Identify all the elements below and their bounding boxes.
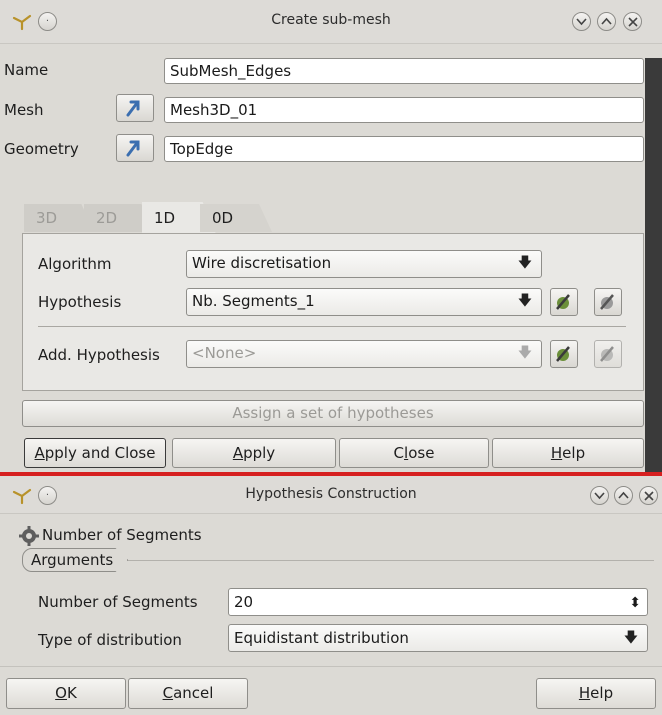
close-button[interactable]: Close	[339, 438, 489, 468]
hypothesis-new-icon	[600, 294, 614, 310]
hypothesis-gear-icon	[18, 525, 40, 547]
spin-arrows-icon[interactable]: ⬍	[629, 590, 641, 615]
ok-label: K	[66, 684, 77, 702]
hypothesis-value: Nb. Segments_1	[192, 292, 315, 310]
hypothesis-button-separator	[0, 666, 662, 667]
hypothesis-edit-icon	[556, 346, 570, 362]
help-button[interactable]: Help	[492, 438, 644, 468]
apply-label: pply	[243, 444, 276, 462]
hypothesis-heading: Number of Segments	[42, 526, 202, 544]
tab-3d[interactable]: 3D	[24, 204, 94, 232]
close-label-rest: ose	[408, 444, 435, 462]
chevron-up-icon[interactable]	[597, 12, 616, 31]
cancel-mnemonic: C	[162, 684, 174, 702]
submesh-titlebar: · Create sub-mesh	[0, 0, 662, 44]
hypothesis-select[interactable]: Nb. Segments_1 🡇	[186, 288, 542, 316]
close-icon[interactable]	[639, 486, 658, 505]
hypothesis-edit-icon	[556, 294, 570, 310]
assign-hypotheses-button[interactable]: Assign a set of hypotheses	[22, 400, 644, 427]
dropdown-arrow-icon: 🡇	[517, 293, 533, 309]
add-hypothesis-value: <None>	[192, 344, 257, 362]
mesh-label: Mesh	[4, 101, 44, 119]
name-label: Name	[4, 61, 49, 79]
submesh-title: Create sub-mesh	[271, 12, 391, 28]
add-hypothesis-edit-button[interactable]	[550, 340, 578, 368]
segments-value: 20	[234, 593, 254, 611]
arrow-select-icon	[126, 140, 140, 157]
distribution-select[interactable]: Equidistant distribution 🡇	[228, 624, 648, 652]
name-field[interactable]: SubMesh_Edges	[164, 58, 644, 84]
dropdown-arrow-icon: 🡇	[517, 345, 533, 361]
dropdown-arrow-icon: 🡇	[517, 255, 533, 271]
cancel-button[interactable]: Cancel	[128, 678, 248, 709]
apply-and-close-label: pply and Close	[44, 444, 156, 462]
hypothesis-edit-button[interactable]	[550, 288, 578, 316]
hypothesis-new-icon	[600, 346, 614, 362]
help-mnemonic: H	[550, 444, 563, 462]
help-label: elp	[562, 444, 586, 462]
geometry-field[interactable]: TopEdge	[164, 136, 644, 162]
distribution-label: Type of distribution	[38, 631, 182, 649]
distribution-value: Equidistant distribution	[234, 629, 409, 647]
add-hypothesis-label: Add. Hypothesis	[38, 346, 160, 364]
chevron-down-icon[interactable]	[572, 12, 591, 31]
algorithm-label: Algorithm	[38, 255, 112, 273]
mesh-field[interactable]: Mesh3D_01	[164, 97, 644, 123]
apply-and-close-button[interactable]: Apply and Close	[24, 438, 166, 468]
apply-mnemonic: A	[232, 444, 244, 462]
ok-button[interactable]: OK	[6, 678, 126, 709]
chevron-up-icon[interactable]	[614, 486, 633, 505]
tab-0d[interactable]: 0D	[200, 204, 272, 232]
apply-and-close-mnemonic: A	[34, 444, 45, 462]
mesh-select-button[interactable]	[116, 94, 154, 122]
hypothesis-new-button[interactable]	[594, 288, 622, 316]
algorithm-value: Wire discretisation	[192, 254, 332, 272]
close-icon[interactable]	[623, 12, 642, 31]
add-hypothesis-new-button[interactable]	[594, 340, 622, 368]
segments-spinbox[interactable]: 20 ⬍	[228, 588, 648, 616]
algorithm-select[interactable]: Wire discretisation 🡇	[186, 250, 542, 278]
arguments-tab-label: Arguments	[22, 548, 129, 572]
chevron-down-icon[interactable]	[590, 486, 609, 505]
hypothesis-label: Hypothesis	[38, 293, 122, 311]
window-dark-edge	[645, 58, 662, 472]
geometry-select-button[interactable]	[116, 134, 154, 162]
ok-mnemonic: O	[55, 684, 67, 702]
apply-button[interactable]: Apply	[172, 438, 336, 468]
close-label-prefix: C	[393, 444, 405, 462]
geometry-label: Geometry	[4, 140, 79, 158]
add-hypothesis-select[interactable]: <None> 🡇	[186, 340, 542, 368]
panel-separator	[38, 326, 626, 327]
arrow-select-icon	[126, 100, 140, 117]
hypothesis-titlebar: · Hypothesis Construction	[0, 476, 662, 514]
segments-label: Number of Segments	[38, 593, 198, 611]
hypothesis-help-label: elp	[590, 684, 614, 702]
hypothesis-title: Hypothesis Construction	[245, 486, 417, 502]
cancel-label: ancel	[173, 684, 214, 702]
dropdown-arrow-icon: 🡇	[623, 630, 639, 646]
hypothesis-help-button[interactable]: Help	[536, 678, 656, 709]
hypothesis-help-mnemonic: H	[578, 684, 591, 702]
